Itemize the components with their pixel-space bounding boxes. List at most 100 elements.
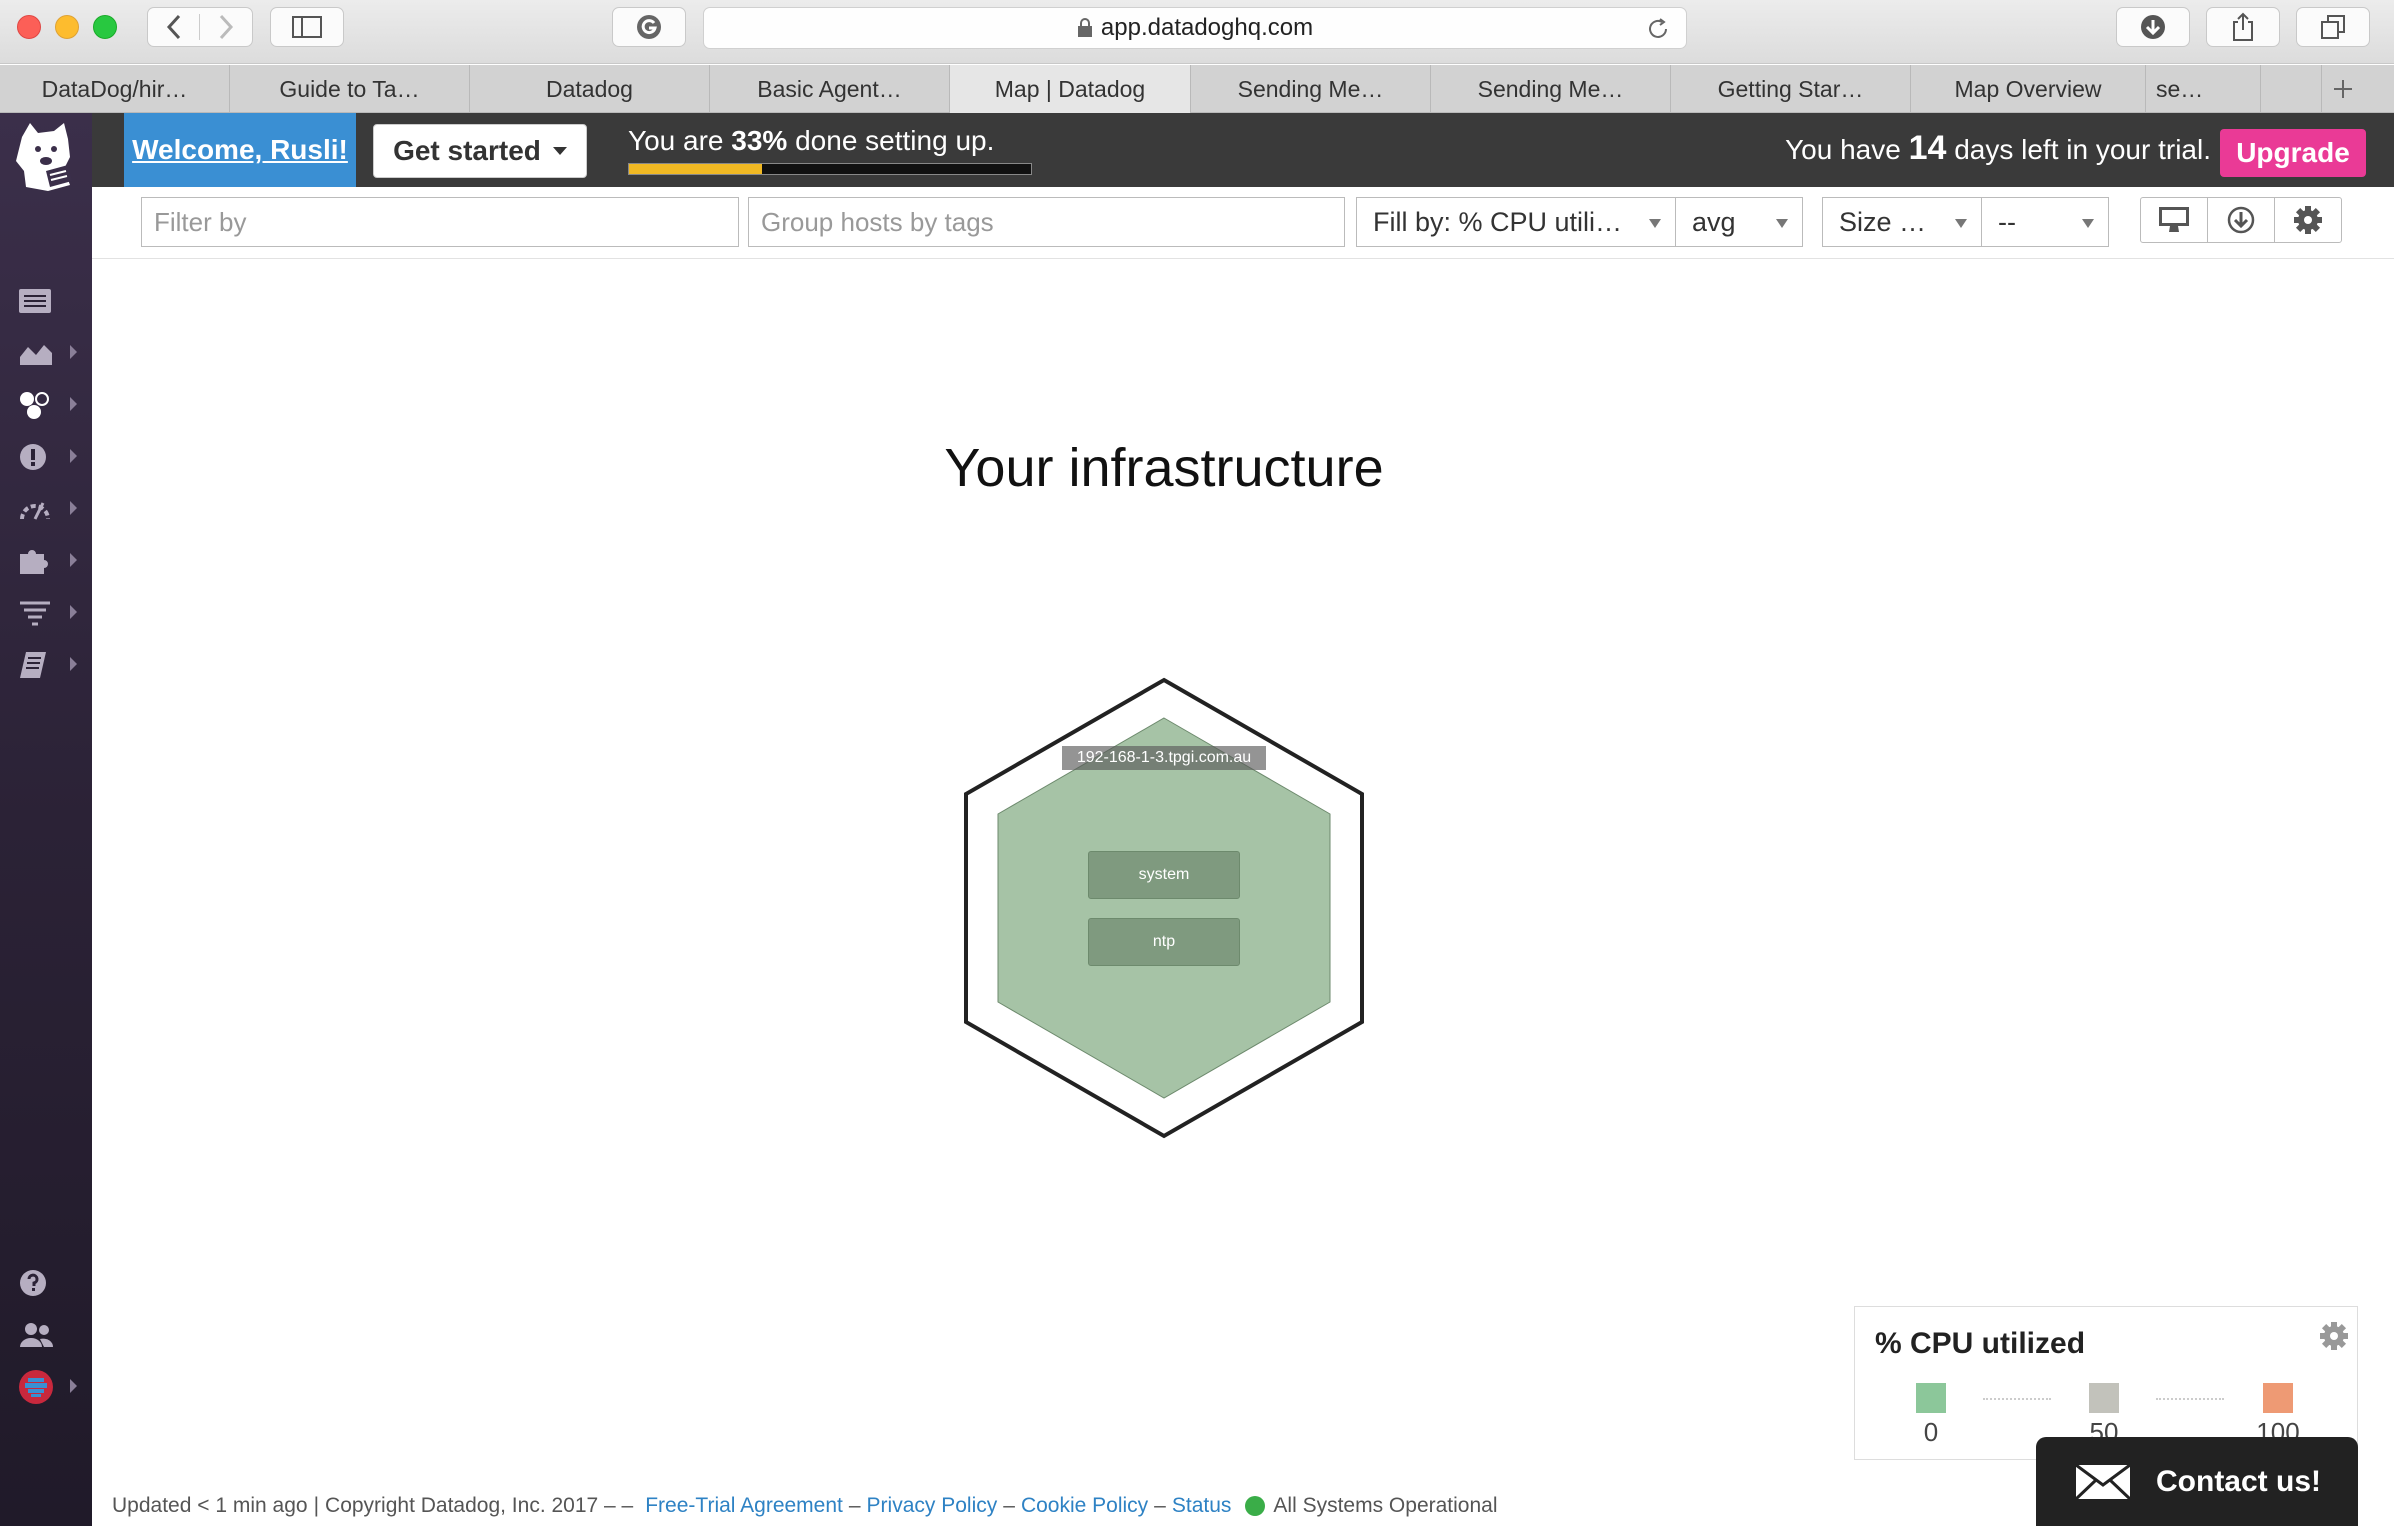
nav-notebooks[interactable]	[18, 643, 84, 687]
downloads-button[interactable]	[2116, 7, 2190, 47]
fill-by-select[interactable]: Fill by: % CPU utili…	[1356, 197, 1676, 247]
trial-suffix: days left in your trial.	[1946, 134, 2211, 165]
nav-dashboards[interactable]	[18, 331, 84, 375]
nav-apm[interactable]	[18, 487, 84, 531]
cookie-policy-link[interactable]: Cookie Policy	[1021, 1494, 1148, 1518]
filter-lines-icon	[20, 601, 50, 626]
browser-tab-active[interactable]: Map | Datadog	[950, 65, 1191, 113]
upgrade-button[interactable]: Upgrade	[2220, 129, 2366, 177]
browser-tab-bar: DataDog/hir… Guide to Ta… Datadog Basic …	[0, 65, 2394, 113]
onboarding-header: Welcome, Rusli! Get started You are 33% …	[92, 113, 2394, 187]
tab-spacer	[2261, 65, 2322, 113]
copyright-text: Copyright Datadog, Inc. 2017 – –	[325, 1494, 634, 1517]
footer-separator: |	[313, 1494, 320, 1517]
nav-logs[interactable]	[18, 591, 84, 635]
area-chart-icon	[20, 345, 52, 365]
tabs-icon	[2321, 15, 2345, 39]
browser-tab[interactable]: DataDog/hir…	[0, 65, 230, 113]
caret-down-icon	[2082, 219, 2094, 228]
plus-icon	[2334, 80, 2352, 98]
trial-days: 14	[1908, 129, 1947, 167]
legend-divider	[2156, 1398, 2224, 1400]
grammarly-icon	[637, 15, 661, 39]
nav-monitors[interactable]	[18, 435, 84, 479]
browser-tab[interactable]: Sending Me…	[1191, 65, 1431, 113]
setup-progress-fill	[629, 164, 762, 174]
tv-mode-button[interactable]	[2141, 198, 2208, 242]
hexagons-icon	[20, 392, 49, 419]
progress-percent: 33%	[731, 125, 788, 156]
browser-tab[interactable]: Sending Me…	[1431, 65, 1671, 113]
free-trial-agreement-link[interactable]: Free-Trial Agreement	[645, 1494, 843, 1518]
footer-separator: –	[848, 1494, 861, 1517]
chevron-left-icon	[166, 14, 180, 40]
download-circle-icon	[2227, 206, 2255, 234]
footer: Updated < 1 min ago | Copyright Datadog,…	[112, 1494, 1498, 1518]
get-started-dropdown[interactable]: Get started	[373, 124, 587, 178]
zoom-window-button[interactable]	[93, 15, 117, 39]
size-by-select[interactable]: Size …	[1822, 197, 1982, 247]
contact-us-button[interactable]: Contact us!	[2036, 1437, 2358, 1526]
caret-down-icon	[1955, 219, 1967, 228]
caret-right-icon	[70, 1379, 77, 1393]
browser-tab[interactable]: Map Overview	[1911, 65, 2146, 113]
nav-integrations[interactable]	[18, 539, 84, 583]
fill-aggregation-select[interactable]: avg	[1675, 197, 1803, 247]
forward-button[interactable]	[200, 14, 252, 40]
grammarly-extension-button[interactable]	[612, 7, 686, 47]
welcome-link[interactable]: Welcome, Rusli!	[124, 113, 356, 187]
contact-us-label: Contact us!	[2156, 1464, 2321, 1498]
minimize-window-button[interactable]	[55, 15, 79, 39]
share-icon	[2233, 12, 2253, 41]
nav-help[interactable]	[18, 1261, 84, 1305]
status-ok-icon	[1245, 1496, 1266, 1516]
download-map-button[interactable]	[2208, 198, 2275, 242]
browser-tab[interactable]: Datadog	[470, 65, 710, 113]
chevron-right-icon	[219, 14, 234, 40]
address-bar[interactable]: app.datadoghq.com	[703, 7, 1687, 49]
status-link[interactable]: Status	[1172, 1494, 1232, 1518]
datadog-logo-icon[interactable]	[8, 117, 84, 197]
caret-down-icon	[552, 147, 567, 155]
share-button[interactable]	[2206, 7, 2280, 47]
caret-down-icon	[1776, 219, 1788, 228]
browser-tab[interactable]: se…	[2146, 65, 2261, 113]
host-tag-ntp[interactable]: ntp	[1088, 918, 1240, 966]
progress-suffix: done setting up.	[787, 125, 995, 156]
envelope-icon	[2074, 1463, 2132, 1500]
notebook-icon	[20, 652, 46, 678]
nav-events[interactable]	[18, 279, 84, 323]
caret-right-icon	[70, 605, 77, 619]
host-tag-system[interactable]: system	[1088, 851, 1240, 899]
system-status-text: All Systems Operational	[1273, 1494, 1498, 1517]
back-button[interactable]	[148, 14, 200, 40]
browser-tab[interactable]: Getting Star…	[1671, 65, 1911, 113]
monitor-icon	[2159, 207, 2189, 232]
close-window-button[interactable]	[17, 15, 41, 39]
nav-infrastructure[interactable]	[18, 383, 84, 427]
tab-overview-button[interactable]	[2296, 7, 2370, 47]
caret-right-icon	[70, 553, 77, 567]
gear-icon[interactable]	[2319, 1321, 2349, 1351]
browser-tab[interactable]: Guide to Ta…	[230, 65, 470, 113]
hostmap-toolbar: Filter by Group hosts by tags Fill by: %…	[92, 187, 2394, 259]
help-icon	[20, 1270, 46, 1296]
legend-value-low: 0	[1923, 1417, 1939, 1447]
sidebar-toggle-button[interactable]	[270, 7, 344, 47]
browser-tab[interactable]: Basic Agent…	[710, 65, 950, 113]
new-tab-button[interactable]	[2322, 65, 2364, 113]
progress-prefix: You are	[628, 125, 732, 156]
size-aggregation-select[interactable]: --	[1981, 197, 2109, 247]
settings-button[interactable]	[2275, 198, 2341, 242]
host-name-label[interactable]: 192-168-1-3.tpgi.com.au	[1062, 746, 1266, 770]
group-by-tags-input[interactable]: Group hosts by tags	[748, 197, 1345, 247]
nav-team[interactable]	[18, 1313, 84, 1357]
privacy-policy-link[interactable]: Privacy Policy	[867, 1494, 998, 1518]
setup-progress-text: You are 33% done setting up.	[628, 125, 994, 157]
reload-icon[interactable]	[1646, 17, 1670, 41]
filter-input[interactable]: Filter by	[141, 197, 739, 247]
get-started-label: Get started	[393, 135, 541, 166]
caret-right-icon	[70, 345, 77, 359]
caret-right-icon	[70, 501, 77, 515]
nav-user-avatar[interactable]	[18, 1365, 84, 1409]
